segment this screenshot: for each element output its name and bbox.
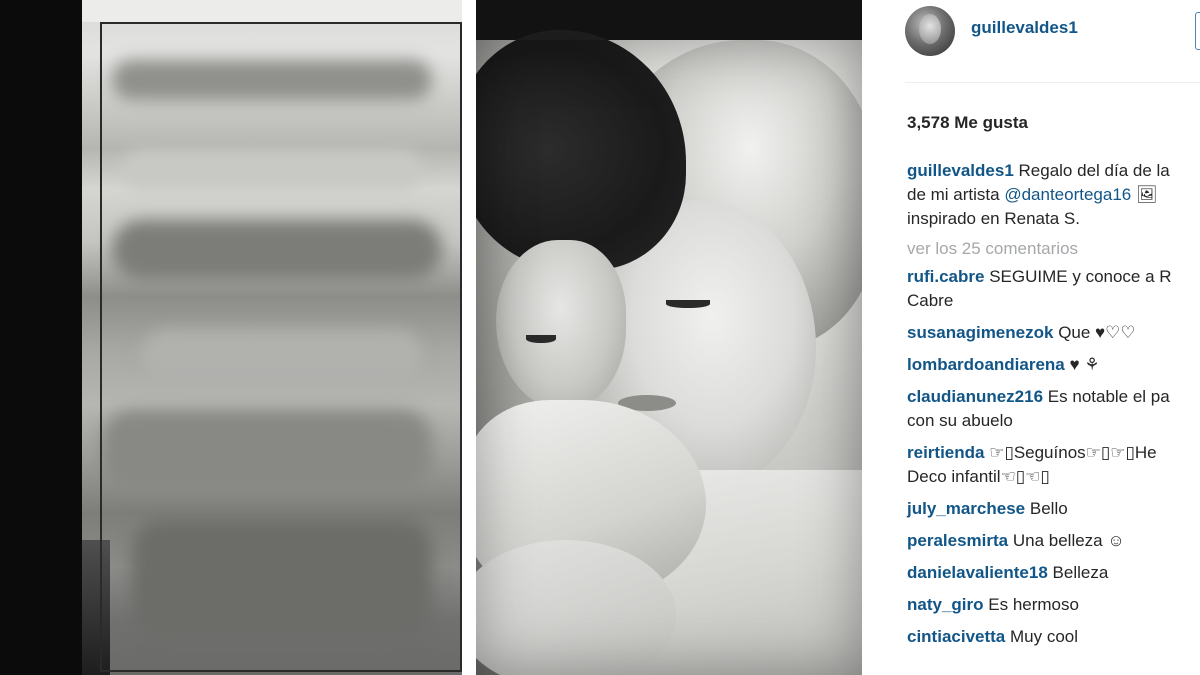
black-border bbox=[0, 0, 82, 675]
follow-button[interactable] bbox=[1195, 12, 1200, 50]
caption-text: Regalo del día de la bbox=[1018, 161, 1170, 180]
comment-item: danielavaliente18 Belleza bbox=[907, 563, 1109, 582]
comment-username-link[interactable]: peralesmirta bbox=[907, 531, 1008, 550]
comment-continuation: Deco infantil☜▯☜▯ bbox=[907, 467, 1050, 486]
comment-item: july_marchese Bello bbox=[907, 499, 1068, 518]
header-divider bbox=[905, 82, 1200, 83]
comment-item: reirtienda ☞▯Seguínos☞▯☞▯He bbox=[907, 443, 1157, 462]
comment-item: susanagimenezok Que ♥♡♡ bbox=[907, 323, 1136, 342]
comment-item: rufi.cabre SEGUIME y conoce a R bbox=[907, 267, 1172, 286]
post-sidebar: guillevaldes1 3,578 Me gusta guillevalde… bbox=[862, 0, 1200, 675]
profile-avatar-icon[interactable] bbox=[905, 6, 955, 56]
blurred-photo-panel bbox=[0, 0, 476, 675]
caption-line-3: inspirado en Renata S. bbox=[907, 209, 1080, 228]
caption: guillevaldes1 Regalo del día de la bbox=[907, 159, 1200, 183]
frame-emoji-icon: 🖼 bbox=[1135, 185, 1158, 204]
comment-username-link[interactable]: naty_giro bbox=[907, 595, 984, 614]
comment-item: naty_giro Es hermoso bbox=[907, 595, 1079, 614]
comments-list: guillevaldes1 Regalo del día de la de mi… bbox=[907, 159, 1200, 649]
caption-line-2: de mi artista @danteortega16 🖼 bbox=[907, 185, 1158, 204]
comment-username-link[interactable]: july_marchese bbox=[907, 499, 1025, 518]
post-header: guillevaldes1 bbox=[862, 0, 1200, 82]
likes-count[interactable]: 3,578 Me gusta bbox=[907, 113, 1028, 133]
blurred-photo bbox=[82, 0, 462, 675]
comment-username-link[interactable]: claudianunez216 bbox=[907, 387, 1043, 406]
comment-item: cintiacivetta Muy cool bbox=[907, 627, 1079, 646]
caption-username-link[interactable]: guillevaldes1 bbox=[907, 161, 1014, 180]
comment-item: lombardoandiarena ♥ ⚘ bbox=[907, 355, 1100, 374]
comment-username-link[interactable]: reirtienda bbox=[907, 443, 984, 462]
comment-continuation: Cabre bbox=[907, 291, 954, 310]
comment-username-link[interactable]: rufi.cabre bbox=[907, 267, 984, 286]
comment-item: peralesmirta Una belleza ☺ bbox=[907, 531, 1125, 550]
comment-continuation: con su abuelo bbox=[907, 411, 1013, 430]
comment-item: claudianunez216 Es notable el pa bbox=[907, 387, 1170, 406]
view-all-comments-link[interactable]: ver los 25 comentarios bbox=[907, 237, 1200, 261]
post-username-link[interactable]: guillevaldes1 bbox=[971, 18, 1078, 38]
comment-username-link[interactable]: susanagimenezok bbox=[907, 323, 1053, 342]
caption-mention-link[interactable]: @danteortega16 bbox=[1004, 185, 1131, 204]
comment-username-link[interactable]: lombardoandiarena bbox=[907, 355, 1065, 374]
comment-username-link[interactable]: cintiacivetta bbox=[907, 627, 1005, 646]
comment-username-link[interactable]: danielavaliente18 bbox=[907, 563, 1048, 582]
post-photo[interactable] bbox=[476, 0, 862, 675]
